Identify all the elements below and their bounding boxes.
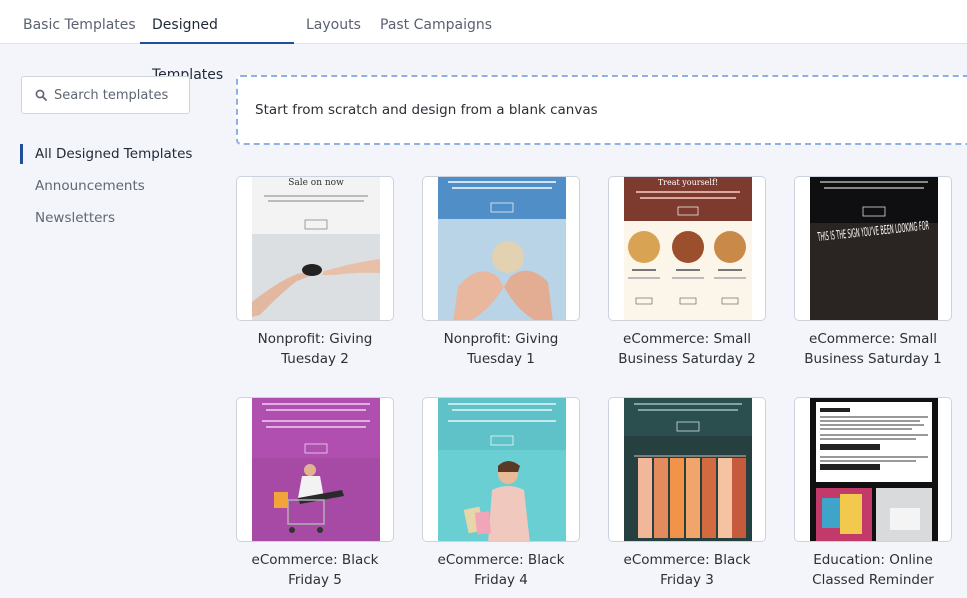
template-card[interactable]: Sale on now: [236, 176, 394, 321]
template-thumbnail: [438, 177, 566, 320]
template-caption: eCommerce: Black Friday 5: [251, 552, 379, 588]
template-thumbnail: THIS IS THE SIGN YOU'VE BEEN LOOKING FOR: [810, 177, 938, 320]
template-thumbnail: Sale on now: [252, 177, 380, 320]
template-thumbnail: Treat yourself!: [624, 177, 752, 320]
template-card[interactable]: [422, 176, 580, 321]
thumb-headline: Treat yourself!: [658, 178, 718, 187]
template-thumbnail: [810, 398, 938, 541]
template-caption: Nonprofit: Giving Tuesday 1: [443, 331, 559, 367]
active-nav-marker: [20, 144, 23, 164]
template-card[interactable]: [794, 397, 952, 542]
sidebar-item-announcements[interactable]: Announcements: [35, 178, 145, 194]
template-caption: eCommerce: Black Friday 3: [623, 552, 751, 588]
blank-canvas-option[interactable]: Start from scratch and design from a bla…: [236, 75, 967, 145]
template-thumbnail: [624, 398, 752, 541]
tab-past-campaigns[interactable]: Past Campaigns: [368, 0, 504, 44]
template-card[interactable]: Treat yourself!: [608, 176, 766, 321]
template-caption: Education: Online Classed Reminder: [812, 552, 934, 588]
template-caption: eCommerce: Small Business Saturday 2: [618, 331, 756, 367]
sidebar-item-all-designed-templates[interactable]: All Designed Templates: [35, 146, 192, 162]
template-card[interactable]: [422, 397, 580, 542]
search-input[interactable]: [54, 85, 184, 105]
template-caption: eCommerce: Small Business Saturday 1: [804, 331, 942, 367]
template-thumbnail: [438, 398, 566, 541]
template-caption: Nonprofit: Giving Tuesday 2: [257, 331, 373, 367]
blank-canvas-label: Start from scratch and design from a bla…: [255, 102, 598, 118]
tab-layouts[interactable]: Layouts: [294, 0, 373, 44]
search-box[interactable]: [21, 76, 190, 114]
search-icon: [35, 89, 47, 101]
template-tabs: Basic Templates Designed Templates Layou…: [0, 0, 967, 83]
thumb-headline: Sale on now: [288, 178, 344, 188]
tab-designed-templates[interactable]: Designed Templates: [140, 0, 294, 83]
template-card[interactable]: [608, 397, 766, 542]
template-thumbnail: [252, 398, 380, 541]
template-card[interactable]: THIS IS THE SIGN YOU'VE BEEN LOOKING FOR: [794, 176, 952, 321]
tab-basic-templates[interactable]: Basic Templates: [11, 0, 148, 44]
template-caption: eCommerce: Black Friday 4: [437, 552, 565, 588]
sidebar-item-newsletters[interactable]: Newsletters: [35, 210, 115, 226]
template-card[interactable]: [236, 397, 394, 542]
